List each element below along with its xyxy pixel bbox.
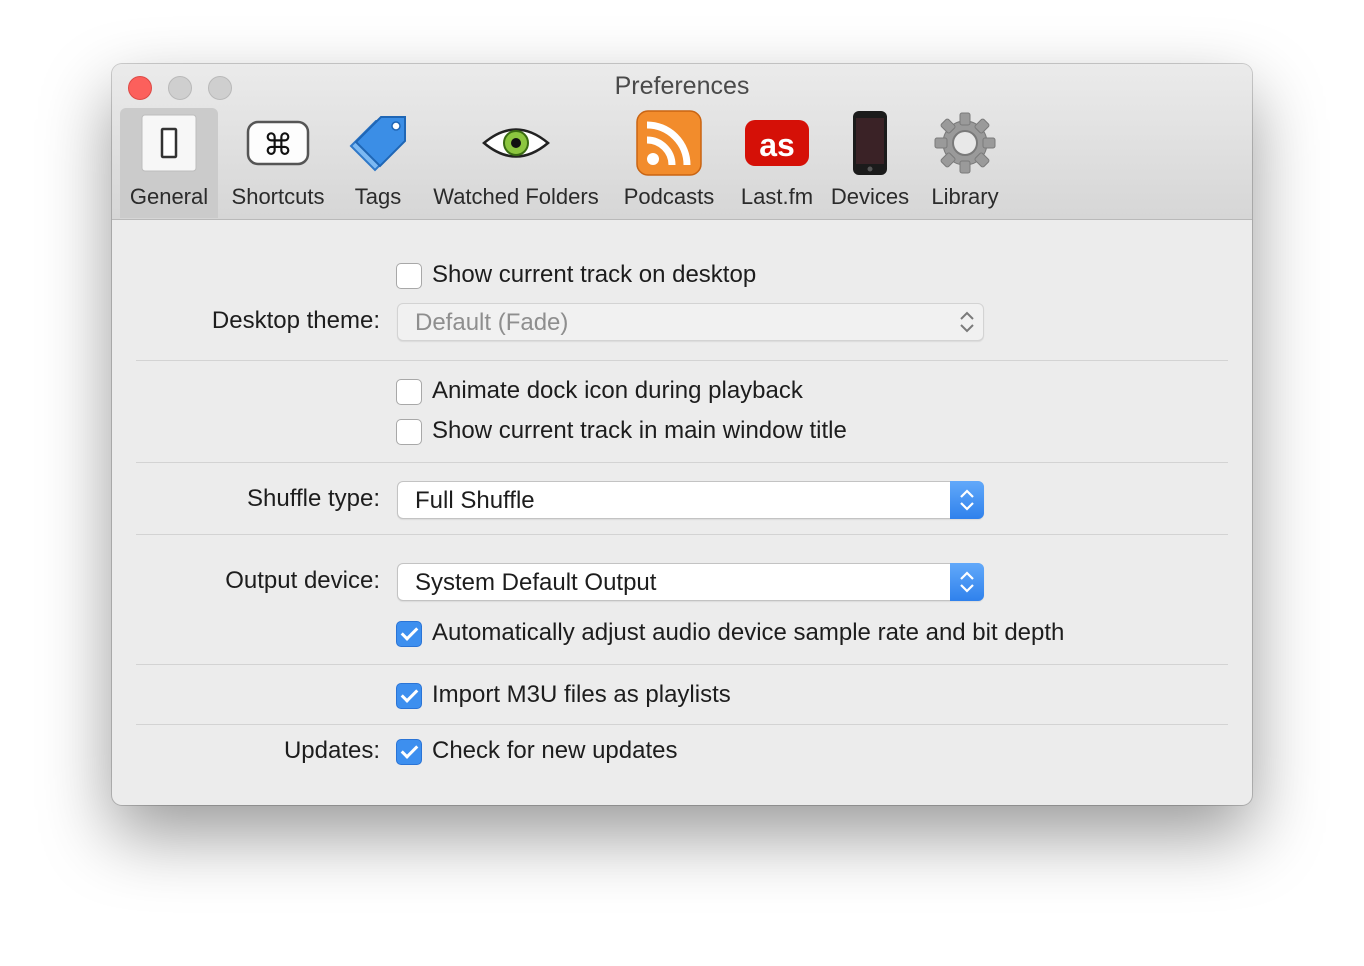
tab-label: Devices (830, 184, 910, 209)
tab-label: Podcasts (623, 184, 715, 209)
preferences-window: Preferences General ⌘ Shortcuts Tags Wat… (112, 64, 1252, 805)
import-m3u-label: Import M3U files as playlists (432, 681, 731, 708)
tab-general[interactable]: General (120, 108, 218, 218)
output-device-popup[interactable]: System Default Output (397, 563, 984, 601)
output-device-label: Output device: (225, 567, 380, 594)
animate-dock-label: Animate dock icon during playback (432, 377, 803, 404)
tab-label: Last.fm (740, 184, 814, 209)
tab-shortcuts[interactable]: ⌘ Shortcuts (224, 108, 332, 218)
title-bar: Preferences General ⌘ Shortcuts Tags Wat… (112, 64, 1252, 220)
shuffle-type-label: Shuffle type: (247, 485, 380, 512)
desktop-theme-value: Default (Fade) (415, 309, 569, 336)
import-m3u-checkbox[interactable] (396, 683, 422, 709)
show-track-title-checkbox[interactable] (396, 419, 422, 445)
shuffle-type-value: Full Shuffle (415, 487, 535, 514)
show-track-desktop-checkbox[interactable] (396, 263, 422, 289)
tab-label: Watched Folders (433, 184, 599, 209)
check-updates-checkbox[interactable] (396, 739, 422, 765)
output-device-value: System Default Output (415, 569, 657, 596)
check-updates-label: Check for new updates (432, 737, 678, 764)
svg-text:⌘: ⌘ (263, 128, 293, 163)
tab-label: General (129, 184, 209, 209)
separator (136, 724, 1228, 725)
updates-label: Updates: (283, 737, 380, 764)
show-track-desktop-label: Show current track on desktop (432, 261, 757, 288)
general-pane: Show current track on desktop Desktop th… (112, 220, 1252, 805)
desktop-theme-popup[interactable]: Default (Fade) (397, 303, 984, 341)
command-key-icon: ⌘ (245, 114, 311, 177)
phone-icon (850, 111, 890, 181)
svg-text:as: as (759, 127, 795, 163)
auto-adjust-checkbox[interactable] (396, 621, 422, 647)
desktop-theme-label: Desktop theme: (211, 307, 380, 334)
updown-arrows-icon (950, 563, 984, 601)
show-track-title-label: Show current track in main window title (432, 417, 847, 444)
animate-dock-checkbox[interactable] (396, 379, 422, 405)
separator (136, 534, 1228, 535)
eye-icon (481, 114, 551, 177)
updown-arrows-icon (950, 481, 984, 519)
tab-podcasts[interactable]: Podcasts (614, 108, 724, 218)
shuffle-type-popup[interactable]: Full Shuffle (397, 481, 984, 519)
tab-library[interactable]: Library (920, 108, 1010, 218)
tab-lastfm[interactable]: as Last.fm (728, 108, 826, 218)
lastfm-icon: as (744, 114, 810, 177)
window-title: Preferences (614, 72, 750, 100)
tab-label: Tags (354, 184, 402, 209)
separator (136, 360, 1228, 361)
gear-icon (933, 112, 997, 180)
rss-icon (636, 110, 702, 181)
auto-adjust-label: Automatically adjust audio device sample… (432, 619, 1065, 646)
tab-tags[interactable]: Tags (338, 108, 418, 218)
tab-devices[interactable]: Devices (826, 108, 914, 218)
tab-label: Shortcuts (231, 184, 325, 209)
separator (136, 664, 1228, 665)
tab-label: Library (931, 184, 999, 209)
switch-icon (141, 114, 197, 177)
separator (136, 462, 1228, 463)
updown-arrows-icon (950, 303, 984, 341)
tags-icon (346, 114, 410, 177)
tab-watched-folders[interactable]: Watched Folders (422, 108, 610, 218)
